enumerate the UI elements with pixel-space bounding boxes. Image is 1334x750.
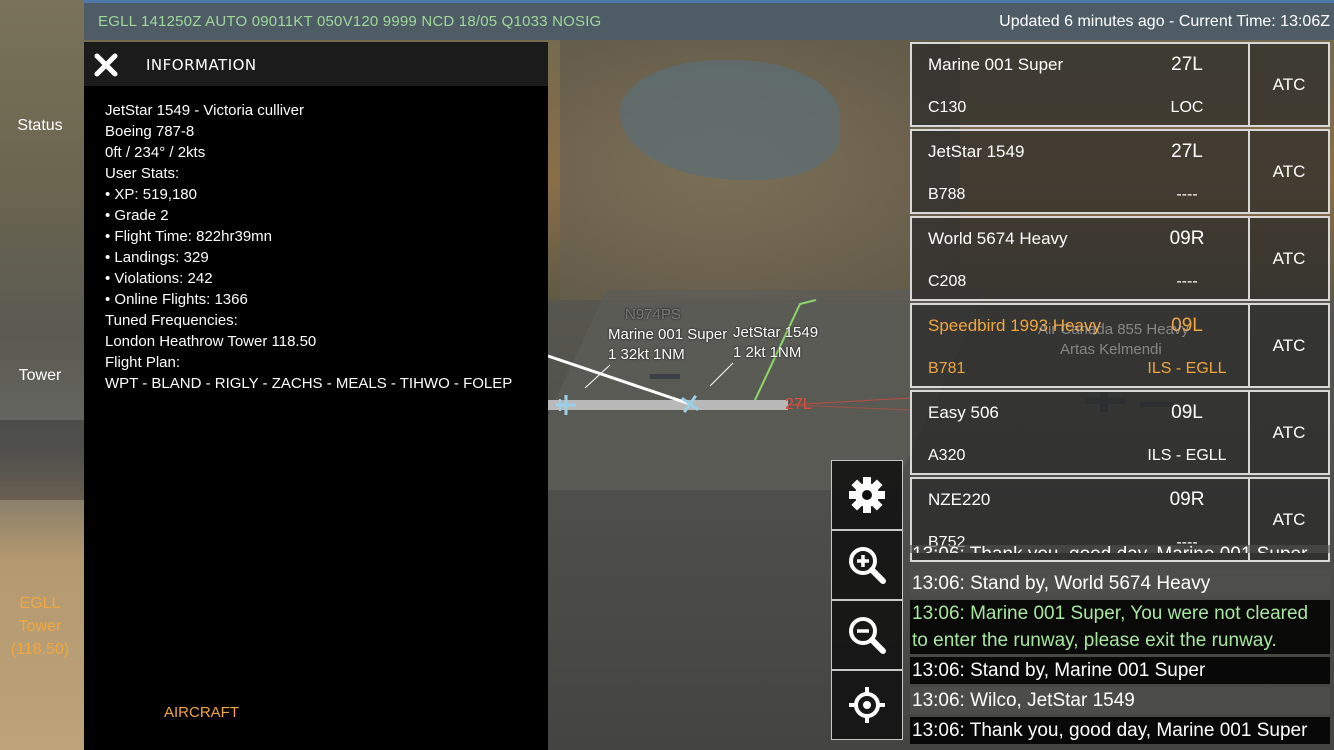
center-map-button[interactable]	[831, 670, 903, 740]
info-line: • Landings: 329	[105, 249, 209, 266]
atc-button[interactable]: ATC	[1250, 303, 1330, 388]
gear-icon	[849, 477, 885, 513]
strip-body[interactable]: JetStar 1549 B788 27L ----	[910, 129, 1250, 214]
info-line: WPT - BLAND - RIGLY - ZACHS - MEALS - TI…	[105, 375, 513, 392]
runway-27l	[548, 400, 788, 410]
information-body: JetStar 1549 - Victoria culliver Boeing …	[105, 100, 512, 394]
strip-body[interactable]: Easy 506 A320 09L ILS - EGLL	[910, 390, 1250, 475]
marine-aircraft-label[interactable]: Marine 001 Super 1 32kt 1NM	[608, 325, 727, 365]
atc-button[interactable]: ATC	[1250, 216, 1330, 301]
left-band	[0, 420, 84, 500]
tower-label[interactable]: Tower	[0, 367, 80, 385]
atc-button[interactable]: ATC	[1250, 390, 1330, 475]
marine-label-line1: Marine 001 Super	[608, 326, 728, 343]
jetstar-label-line2: 1 2kt 1NM	[733, 344, 802, 361]
info-line: 0ft / 234° / 2kts	[105, 144, 206, 161]
chat-message: 13:06: Marine 001 Super, You were not cl…	[910, 600, 1330, 627]
close-icon[interactable]	[92, 51, 120, 79]
frequency-airport: EGLL	[19, 595, 61, 612]
updated-time: Updated 6 minutes ago - Current Time: 13…	[999, 13, 1330, 30]
flight-strip[interactable]: JetStar 1549 B788 27L ---- ATC	[910, 129, 1334, 214]
zoom-out-icon	[849, 617, 886, 654]
chat-message: 13:06: Thank you, good day, Marine 001 S…	[910, 545, 1330, 553]
ghost-aircraft-label-2: Air Canada 855 Heavy Artas Kelmendi	[1038, 320, 1189, 360]
atc-button[interactable]: ATC	[1250, 129, 1330, 214]
strip-status: ----	[1176, 273, 1198, 290]
information-title: INFORMATION	[146, 56, 257, 74]
settings-button[interactable]	[831, 460, 903, 530]
information-panel: INFORMATION JetStar 1549 - Victoria cull…	[84, 42, 548, 750]
ghost2-line2: Artas Kelmendi	[1060, 341, 1162, 358]
jetstar-label-leader	[709, 362, 734, 387]
zoom-in-button[interactable]	[831, 530, 903, 600]
atc-button[interactable]: ATC	[1250, 42, 1330, 127]
metar-bar: EGLL 141250Z AUTO 09011KT 050V120 9999 N…	[84, 0, 1334, 40]
aircraft-marine-icon[interactable]	[556, 395, 576, 415]
strip-body[interactable]: World 5674 Heavy C208 09R ----	[910, 216, 1250, 301]
strip-aircraft-type: B788	[928, 186, 966, 203]
info-line: Tuned Frequencies:	[105, 312, 238, 329]
information-header: INFORMATION	[84, 42, 548, 86]
frequency-indicator[interactable]: EGLL Tower (118.50)	[0, 592, 80, 661]
info-line: • Online Flights: 1366	[105, 291, 248, 308]
crosshair-icon	[849, 687, 885, 723]
metar-text: EGLL 141250Z AUTO 09011KT 050V120 9999 N…	[98, 13, 602, 30]
strip-runway: 27L	[1171, 141, 1203, 162]
flight-strip[interactable]: World 5674 Heavy C208 09R ---- ATC	[910, 216, 1334, 301]
strip-aircraft-type: C208	[928, 273, 967, 290]
runway-label: 27L	[785, 396, 812, 413]
flight-strips: Marine 001 Super C130 27L LOC ATC JetSta…	[910, 42, 1334, 562]
chat-message: 13:06: Stand by, World 5674 Heavy	[910, 570, 1330, 597]
jetstar-label-line1: JetStar 1549	[733, 324, 819, 341]
info-line: London Heathrow Tower 118.50	[105, 333, 317, 350]
strip-callsign: World 5674 Heavy	[928, 229, 1068, 248]
chat-message: 13:06: Wilco, JetStar 1549	[910, 687, 1330, 714]
strip-callsign: JetStar 1549	[928, 142, 1025, 161]
strip-runway: 27L	[1171, 54, 1203, 75]
ghost-aircraft-label: N974PS	[625, 306, 681, 323]
strip-aircraft-type: A320	[928, 447, 966, 464]
strip-aircraft-type: B781	[928, 360, 966, 377]
zoom-in-icon	[849, 547, 886, 584]
frequency-value: (118.50)	[10, 641, 70, 658]
strip-runway: 09R	[1169, 489, 1205, 510]
aircraft-tab[interactable]: AIRCRAFT	[164, 704, 239, 721]
chat-message-continued: to enter the runway, please exit the run…	[910, 627, 1330, 654]
ghost2-line1: Air Canada 855 Heavy	[1038, 321, 1189, 338]
strip-callsign: NZE220	[928, 490, 991, 509]
strip-runway: 09L	[1171, 402, 1203, 423]
strip-status: ----	[1176, 186, 1198, 203]
strip-body[interactable]: Marine 001 Super C130 27L LOC	[910, 42, 1250, 127]
chat-message: 13:06: Stand by, Marine 001 Super	[910, 657, 1330, 684]
flight-strip[interactable]: Easy 506 A320 09L ILS - EGLL ATC	[910, 390, 1334, 475]
strip-status: ILS - EGLL	[1147, 360, 1227, 377]
info-line: Flight Plan:	[105, 354, 181, 371]
info-line: JetStar 1549 - Victoria culliver	[105, 102, 304, 119]
info-line: • XP: 519,180	[105, 186, 197, 203]
strip-runway: 09R	[1169, 228, 1205, 249]
strip-status: LOC	[1170, 99, 1204, 116]
strip-aircraft-type: C130	[928, 99, 967, 116]
jetstar-aircraft-label[interactable]: JetStar 1549 1 2kt 1NM	[733, 323, 818, 363]
strip-callsign: Easy 506	[928, 403, 999, 422]
info-line: User Stats:	[105, 165, 180, 182]
info-line: • Grade 2	[105, 207, 169, 224]
flight-strip[interactable]: Marine 001 Super C130 27L LOC ATC	[910, 42, 1334, 127]
chat-message: 13:06: Thank you, good day, Marine 001 S…	[910, 717, 1330, 744]
info-line: • Violations: 242	[105, 270, 213, 287]
chat-log[interactable]: 13:06: Thank you, good day, Marine 001 S…	[910, 545, 1334, 750]
frequency-facility: Tower	[18, 618, 62, 635]
strip-callsign: Marine 001 Super	[928, 55, 1064, 74]
info-line: • Flight Time: 822hr39mn	[105, 228, 272, 245]
status-label[interactable]: Status	[0, 117, 80, 135]
info-line: Boeing 787-8	[105, 123, 195, 140]
marine-label-line2: 1 32kt 1NM	[608, 346, 685, 363]
strip-status: ILS - EGLL	[1147, 447, 1227, 464]
zoom-out-button[interactable]	[831, 600, 903, 670]
